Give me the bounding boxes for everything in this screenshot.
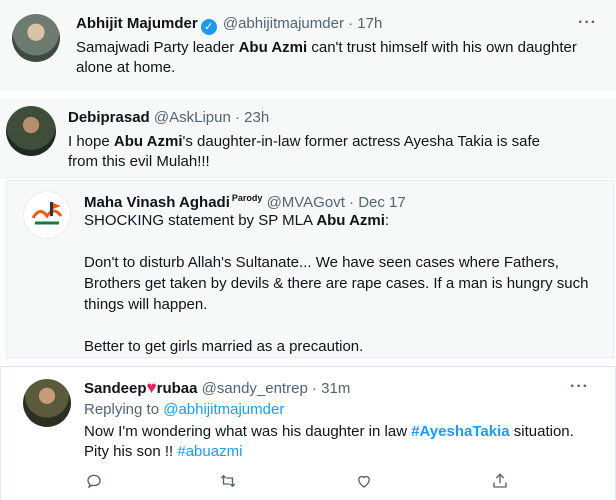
author-name[interactable]: Abhijit Majumder xyxy=(76,15,198,32)
tweet-header: Debiprasad @AskLipun · 23h xyxy=(68,108,269,128)
party-logo-icon xyxy=(25,193,69,237)
avatar[interactable] xyxy=(23,379,71,427)
reply-icon[interactable] xyxy=(84,472,104,492)
tweet-text: Samajwadi Party leader Abu Azmi can't tr… xyxy=(76,39,577,76)
avatar[interactable] xyxy=(23,191,71,239)
avatar[interactable] xyxy=(6,106,56,156)
more-options-icon[interactable]: ··· xyxy=(570,378,589,396)
author-name-part1[interactable]: Sandeep xyxy=(84,380,147,397)
tweet-header: Abhijit Majumder ✓ @abhijitmajumder · 17h xyxy=(76,14,382,35)
hashtag-link[interactable]: #abuazmi xyxy=(177,443,242,460)
replying-label: Replying to xyxy=(84,401,160,418)
separator: · xyxy=(348,15,354,32)
author-handle[interactable]: @MVAGovt xyxy=(267,194,345,211)
tweet-text: Now I'm wondering what was his daughter … xyxy=(84,423,574,460)
timestamp[interactable]: 31m xyxy=(321,380,350,397)
separator: · xyxy=(349,194,355,211)
replying-handle-link[interactable]: @abhijitmajumder xyxy=(163,401,284,418)
parody-badge: Parody xyxy=(231,193,263,203)
author-handle[interactable]: @abhijitmajumder xyxy=(223,15,344,32)
tweet-header: Sandeep♥rubaa @sandy_entrep · 31m xyxy=(84,378,350,399)
author-handle[interactable]: @AskLipun xyxy=(154,109,231,126)
tweet-text: SHOCKING statement by SP MLA Abu Azmi: D… xyxy=(84,212,589,355)
heart-icon: ♥ xyxy=(146,378,157,397)
separator: · xyxy=(311,380,317,397)
avatar[interactable] xyxy=(12,14,60,62)
tweet-text: I hope Abu Azmi's daughter-in-law former… xyxy=(68,133,540,170)
author-name[interactable]: Debiprasad xyxy=(68,109,150,126)
like-icon[interactable] xyxy=(354,472,374,492)
verified-icon: ✓ xyxy=(200,19,217,35)
retweet-icon[interactable] xyxy=(218,472,238,492)
timestamp[interactable]: 23h xyxy=(244,109,269,126)
more-options-icon[interactable]: ··· xyxy=(578,14,597,32)
share-icon[interactable] xyxy=(490,472,510,492)
author-handle[interactable]: @sandy_entrep xyxy=(202,380,308,397)
author-name[interactable]: Maha Vinash Aghadi xyxy=(84,194,230,211)
timestamp[interactable]: 17h xyxy=(357,15,382,32)
hashtag-link[interactable]: #AyeshaTakia xyxy=(411,423,509,440)
replying-to: Replying to @abhijitmajumder xyxy=(84,400,284,420)
author-name-part2[interactable]: rubaa xyxy=(157,380,198,397)
separator: · xyxy=(234,109,240,126)
timestamp[interactable]: Dec 17 xyxy=(358,194,406,211)
divider xyxy=(0,90,616,98)
